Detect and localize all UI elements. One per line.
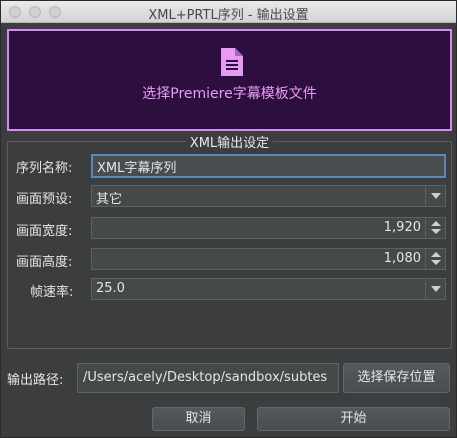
framerate-select[interactable]: 25.0 bbox=[91, 278, 446, 300]
title-bar: XML+PRTL序列 - 输出设置 bbox=[1, 1, 456, 23]
preset-select[interactable]: 其它 bbox=[91, 185, 446, 207]
start-button[interactable]: 开始 bbox=[257, 407, 450, 431]
sequence-name-label: 序列名称: bbox=[16, 161, 73, 176]
framerate-label: 帧速率: bbox=[30, 285, 74, 300]
xml-settings-title: XML输出设定 bbox=[1, 132, 457, 151]
cancel-button[interactable]: 取消 bbox=[152, 407, 245, 431]
framerate-select-value: 25.0 bbox=[96, 281, 125, 296]
height-label: 画面高度: bbox=[16, 255, 73, 270]
chevron-down-icon bbox=[425, 279, 445, 299]
choose-save-location-button[interactable]: 选择保存位置 bbox=[343, 363, 450, 393]
width-spinbox[interactable]: 1,920 bbox=[91, 217, 446, 239]
chevron-down-icon bbox=[425, 186, 445, 206]
document-icon bbox=[221, 48, 243, 76]
select-template-label: 选择Premiere字幕模板文件 bbox=[142, 86, 317, 102]
dialog-window: XML+PRTL序列 - 输出设置 选择Premiere字幕模板文件 XML输出… bbox=[0, 0, 457, 438]
stepper-arrows-icon[interactable] bbox=[425, 218, 445, 238]
output-path-label: 输出路径: bbox=[7, 373, 64, 388]
height-spinbox[interactable]: 1,080 bbox=[91, 248, 446, 270]
sequence-name-input[interactable]: XML字幕序列 bbox=[91, 154, 446, 178]
window-title: XML+PRTL序列 - 输出设置 bbox=[148, 8, 309, 23]
width-label: 画面宽度: bbox=[16, 224, 73, 239]
select-template-button[interactable]: 选择Premiere字幕模板文件 bbox=[7, 29, 452, 131]
preset-select-value: 其它 bbox=[96, 192, 123, 207]
preset-label: 画面预设: bbox=[16, 192, 73, 207]
width-value: 1,920 bbox=[383, 220, 421, 235]
output-path-input[interactable]: /Users/acely/Desktop/sandbox/subtes bbox=[77, 363, 339, 393]
stepper-arrows-icon[interactable] bbox=[425, 249, 445, 269]
height-value: 1,080 bbox=[383, 251, 421, 266]
